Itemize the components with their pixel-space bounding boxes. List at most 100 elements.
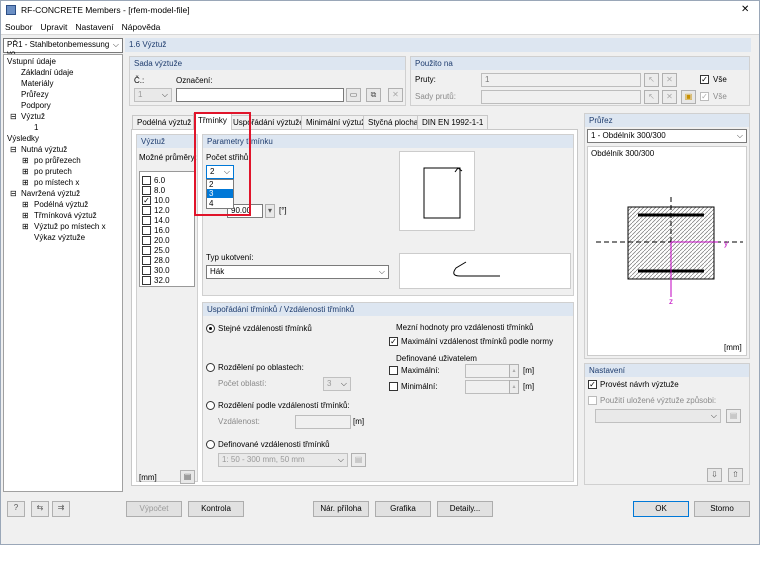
tree-expand-icon[interactable]: ⊟ — [10, 145, 17, 154]
max-spinner[interactable]: ▴ — [509, 364, 519, 378]
edit-list-icon[interactable]: ▤ — [180, 470, 195, 484]
tab-stycna[interactable]: Styčná plocha — [363, 115, 424, 129]
pocet-oblasti-value: 3 — [327, 379, 332, 388]
tree-vykaz[interactable]: Výkaz výztuže — [34, 233, 85, 242]
tree-materialy[interactable]: Materiály — [21, 79, 53, 88]
diameter-checkbox[interactable] — [142, 206, 151, 215]
select-sets-icon[interactable]: ↖ — [644, 90, 659, 104]
tree-expand-icon[interactable]: ⊞ — [22, 156, 29, 165]
menu-nastaveni[interactable]: Nastavení — [71, 19, 117, 32]
max-checkbox[interactable] — [389, 366, 398, 375]
tab-minimalni[interactable]: Minimální výztuž — [301, 115, 371, 129]
nastaveni-group: Nastavení ✓ Provést návrh výztuže Použit… — [584, 363, 750, 485]
priloha-button[interactable]: Nár. příloha — [313, 501, 369, 517]
tree-po-prurezech[interactable]: po průřezech — [34, 156, 81, 165]
tree-vyztuz-1[interactable]: 1 — [34, 123, 38, 132]
tree-trminkova[interactable]: Třmínková výztuž — [34, 211, 97, 220]
min-spinner[interactable]: ▴ — [509, 380, 519, 394]
chevron-down-icon: ⌵ — [378, 267, 385, 276]
new-set-icon[interactable]: ▭ — [346, 88, 361, 102]
tree-vstupni[interactable]: Vstupní údaje — [7, 57, 56, 66]
tree-podelna[interactable]: Podélná výztuž — [34, 200, 88, 209]
detaily-button[interactable]: Detaily... — [437, 501, 493, 517]
diameter-checkbox[interactable]: ✓ — [142, 196, 151, 205]
clear-members-icon[interactable]: ✕ — [662, 73, 677, 87]
tree-nutna[interactable]: Nutná výztuž — [21, 145, 67, 154]
highlight-frame — [194, 112, 251, 216]
edit-spacing-icon[interactable]: ▤ — [351, 453, 366, 467]
diameter-checkbox[interactable] — [142, 276, 151, 285]
sady-input[interactable] — [481, 90, 641, 104]
radio-stejne[interactable] — [206, 324, 215, 333]
diameter-checkbox[interactable] — [142, 226, 151, 235]
max-norm-checkbox[interactable]: ✓ — [389, 337, 398, 346]
radio-vzdalenosti[interactable] — [206, 401, 215, 410]
vse-checkbox[interactable]: ✓ — [700, 75, 709, 84]
pouziti-checkbox[interactable] — [588, 396, 597, 405]
menu-upravit[interactable]: Upravit — [36, 19, 71, 32]
tree-zakladni[interactable]: Základní údaje — [21, 68, 73, 77]
angle-picker-icon[interactable]: ▾ — [265, 204, 275, 218]
tree-po-mistech-x[interactable]: Výztuž po místech x — [34, 222, 106, 231]
select-members-icon[interactable]: ↖ — [644, 73, 659, 87]
sada-name-input[interactable] — [176, 88, 344, 102]
radio-definovane[interactable] — [206, 440, 215, 449]
pruty-input[interactable]: 1 — [481, 73, 641, 87]
tree-po-mistech[interactable]: po místech x — [34, 178, 79, 187]
tree-expand-icon[interactable]: ⊞ — [22, 211, 29, 220]
tree-podpory[interactable]: Podpory — [21, 101, 51, 110]
tree-navrzena[interactable]: Navržená výztuž — [21, 189, 80, 198]
new-set-folder-icon[interactable]: ▣ — [681, 90, 696, 104]
storno-button[interactable]: Storno — [694, 501, 750, 517]
menu-napoveda[interactable]: Nápověda — [118, 19, 165, 32]
delete-set-icon[interactable]: ✕ — [388, 88, 403, 102]
vypocet-button[interactable]: Výpočet — [126, 501, 182, 517]
ok-button[interactable]: OK — [633, 501, 689, 517]
close-icon[interactable]: ✕ — [741, 4, 749, 15]
case-select[interactable]: PŘ1 - Stahlbetonbemessung vo⌵ — [3, 38, 123, 58]
prurez-select[interactable]: 1 - Obdélník 300/300 ⌵ — [587, 129, 747, 143]
min-checkbox[interactable] — [389, 382, 398, 391]
kontrola-button[interactable]: Kontrola — [188, 501, 244, 517]
kotveni-select[interactable]: Hák ⌵ — [206, 265, 389, 279]
previous-icon[interactable]: ⇆ — [31, 501, 49, 517]
sady-label: Sady prutů: — [415, 92, 456, 101]
definovane-select[interactable]: 1: 50 - 300 mm, 50 mm ⌵ — [218, 453, 348, 467]
diameter-checkbox[interactable] — [142, 246, 151, 255]
grafika-button[interactable]: Grafika — [375, 501, 431, 517]
diameter-checkbox[interactable] — [142, 186, 151, 195]
vse2-checkbox[interactable]: ✓ — [700, 92, 709, 101]
sada-number-select[interactable]: 1 ⌵ — [134, 88, 172, 102]
diameter-checkbox[interactable] — [142, 176, 151, 185]
tree-prurezy[interactable]: Průřezy — [21, 90, 49, 99]
pouziti-select[interactable]: ⌵ — [595, 409, 721, 423]
import-icon[interactable]: ⇩ — [707, 468, 722, 482]
pocet-oblasti-select[interactable]: 3 ⌵ — [323, 377, 351, 391]
menu-soubor[interactable]: Soubor — [1, 19, 36, 32]
diameter-checkbox[interactable] — [142, 216, 151, 225]
title-bar: RF-CONCRETE Members - [rfem-model-file] … — [1, 1, 759, 19]
tab-din[interactable]: DIN EN 1992-1-1 — [417, 115, 489, 129]
tree-expand-icon[interactable]: ⊞ — [22, 200, 29, 209]
provest-checkbox[interactable]: ✓ — [588, 380, 597, 389]
tab-podelna[interactable]: Podélná výztuž — [132, 115, 197, 129]
tree-po-prutech[interactable]: po prutech — [34, 167, 72, 176]
tree-expand-icon[interactable]: ⊟ — [10, 189, 17, 198]
clear-sets-icon[interactable]: ✕ — [662, 90, 677, 104]
vzdalenost-input[interactable] — [295, 415, 351, 429]
tree-expand-icon[interactable]: ⊞ — [22, 222, 29, 231]
next-icon[interactable]: ⇉ — [52, 501, 70, 517]
export-icon[interactable]: ⇧ — [728, 468, 743, 482]
radio-oblasti[interactable] — [206, 363, 215, 372]
pouziti-edit-icon[interactable]: ▤ — [726, 409, 741, 423]
diameter-checkbox[interactable] — [142, 256, 151, 265]
copy-set-icon[interactable]: ⧉ — [366, 88, 381, 102]
tree-expand-icon[interactable]: ⊟ — [10, 112, 17, 121]
diameter-checkbox[interactable] — [142, 266, 151, 275]
tree-expand-icon[interactable]: ⊞ — [22, 178, 29, 187]
tree-expand-icon[interactable]: ⊞ — [22, 167, 29, 176]
help-icon[interactable]: ? — [7, 501, 25, 517]
tree-vysledky[interactable]: Výsledky — [7, 134, 39, 143]
diameter-checkbox[interactable] — [142, 236, 151, 245]
tree-vyztuz[interactable]: Výztuž — [21, 112, 45, 121]
